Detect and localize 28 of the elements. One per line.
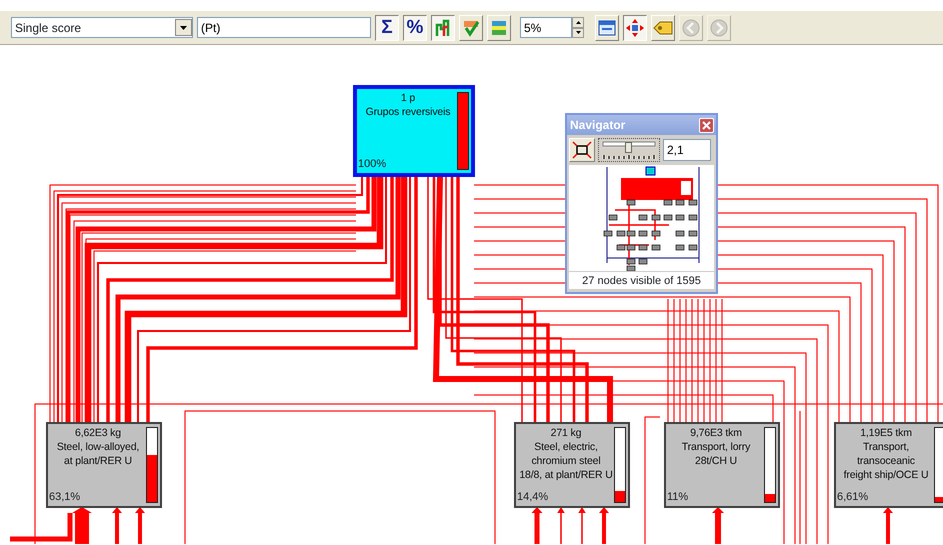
process-node[interactable]: 6,62E3 kg Steel, low-alloyed, at plant/RER U 63,1% [46, 422, 162, 508]
process-node[interactable]: 271 kg Steel, electric, chromium steel 18/8, at plant/RER U 14,4% [514, 422, 630, 508]
amount-label: 9,76E3 tkm [690, 426, 742, 440]
share-label: 100% [358, 156, 386, 172]
amount-label: 1,19E5 tkm [860, 426, 912, 440]
zoom-field[interactable]: 2,1 [663, 139, 711, 161]
process-name: Grupos reversiveis [366, 105, 450, 119]
cutoff-field[interactable]: 5% [520, 17, 572, 38]
share-label: 6,61% [837, 490, 868, 504]
method-dropdown[interactable]: Single score [11, 17, 193, 38]
process-name: Transport, transoceanic freight ship/OCE U [844, 440, 928, 482]
share-label: 11% [667, 490, 688, 504]
process-name: Steel, low-alloyed, at plant/RER U [56, 440, 140, 468]
process-name: Steel, electric, chromium steel 18/8, at plant/RER U [519, 440, 613, 482]
toolbar-button[interactable]: Σ [375, 14, 399, 40]
process-node[interactable]: 1,19E5 tkm Transport, transoceanic freight ship/OCE U 6,61% [834, 422, 943, 508]
amount-label: 6,62E3 kg [75, 426, 121, 440]
window-title: Navigator [570, 117, 626, 134]
process-node[interactable]: 1 p Grupos reversiveis 100% [353, 85, 475, 177]
process-node[interactable]: 9,76E3 tkm Transport, lorry 28t/CH U 11% [664, 422, 780, 508]
unit-field[interactable]: (Pt) [197, 17, 371, 38]
share-label: 14,4% [517, 490, 548, 504]
process-name: Transport, lorry 28t/CH U [682, 440, 750, 468]
amount-label: 1 p [400, 91, 416, 105]
toolbar-button[interactable]: % [403, 14, 427, 40]
status-text: 27 nodes visible of 1595 [569, 271, 714, 289]
amount-label: 271 kg [550, 426, 582, 440]
share-label: 63,1% [49, 490, 80, 504]
